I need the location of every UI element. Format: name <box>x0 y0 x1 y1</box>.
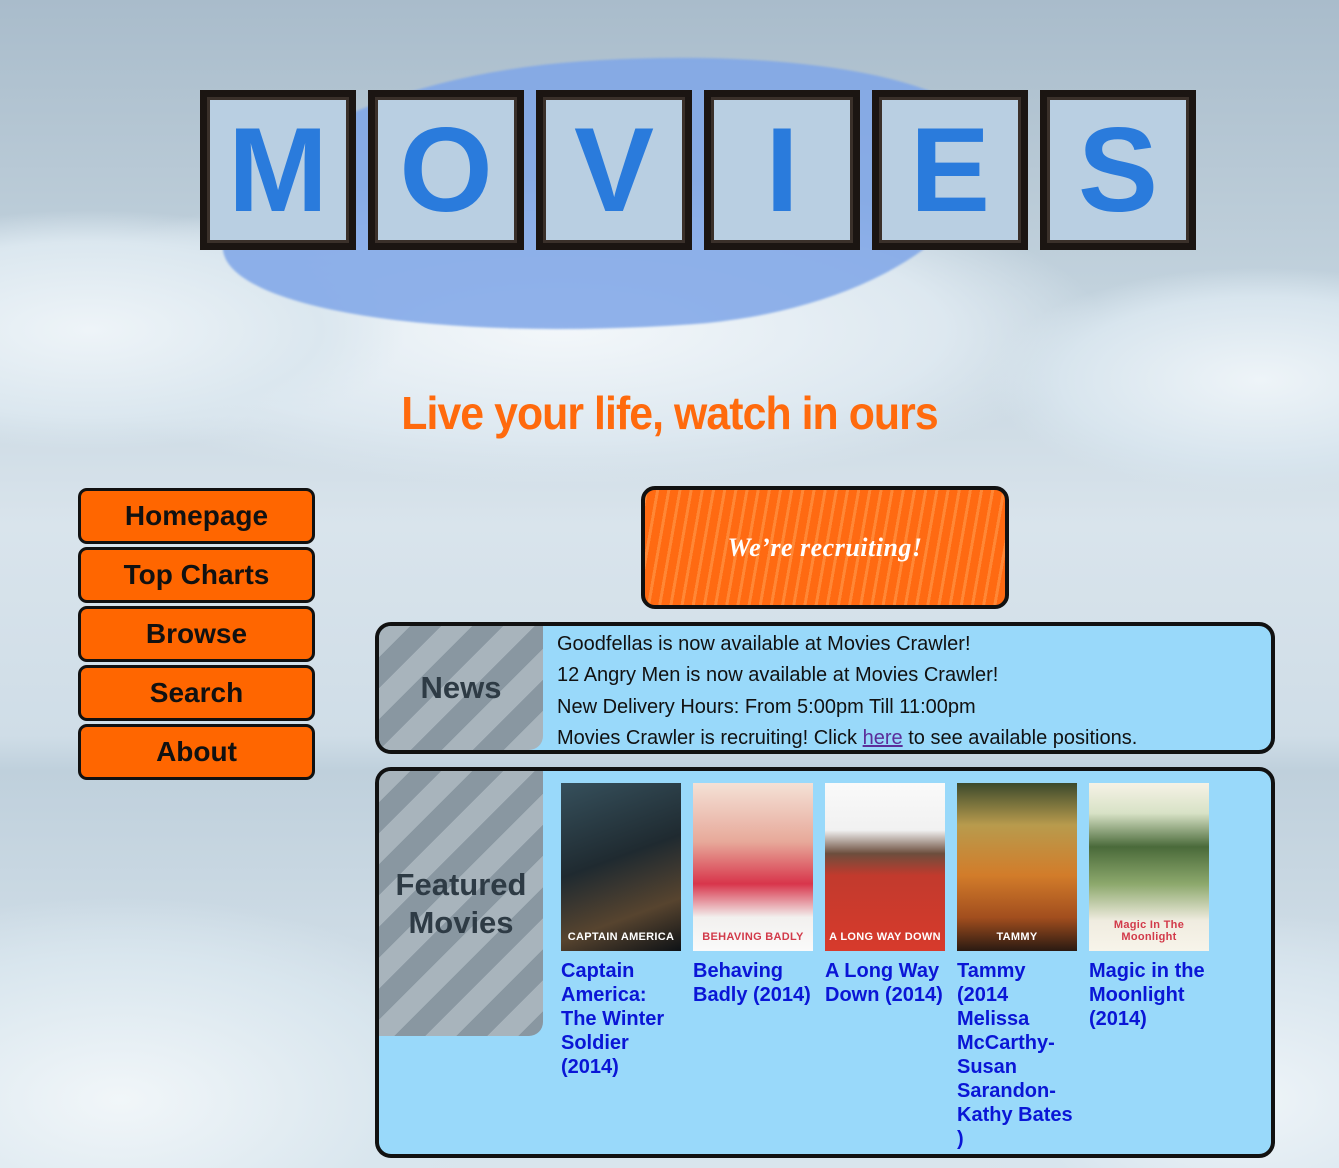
news-item: 12 Angry Men is now available at Movies … <box>557 664 999 687</box>
poster-caption: Magic In The Moonlight <box>1113 919 1185 943</box>
logo-letter-m: M <box>200 90 356 250</box>
site-logo: M O V I E S <box>200 33 1196 357</box>
poster-caption: CAPTAIN AMERICA <box>567 931 675 943</box>
featured-movies-heading: Featured Movies <box>379 771 543 1036</box>
featured-heading-line2: Movies <box>408 904 514 940</box>
featured-movies-list: CAPTAIN AMERICA Captain America: The Win… <box>561 783 1209 1151</box>
news-item-recruiting: Movies Crawler is recruiting! Click here… <box>557 723 1261 750</box>
nav-search-button[interactable]: Search <box>78 665 315 721</box>
movie-title-link[interactable]: Tammy (2014 Melissa McCarthy-Susan Saran… <box>957 959 1077 1151</box>
news-heading: News <box>379 626 543 750</box>
main-nav: Homepage Top Charts Browse Search About <box>78 488 315 783</box>
recruiting-banner-text: We’re recruiting! <box>727 532 923 562</box>
featured-heading-line1: Featured <box>395 866 527 902</box>
poster-caption: A LONG WAY DOWN <box>829 931 941 943</box>
movie-poster[interactable]: Magic In The Moonlight <box>1089 783 1209 951</box>
movie-card[interactable]: TAMMY Tammy (2014 Melissa McCarthy-Susan… <box>957 783 1077 1151</box>
poster-caption: BEHAVING BADLY <box>702 931 804 943</box>
movie-card[interactable]: Magic In The Moonlight Magic in the Moon… <box>1089 783 1209 1151</box>
movie-card[interactable]: BEHAVING BADLY Behaving Badly (2014) <box>693 783 813 1151</box>
recruiting-banner[interactable]: We’re recruiting! <box>641 486 1009 609</box>
movie-card[interactable]: A LONG WAY DOWN A Long Way Down (2014) <box>825 783 945 1151</box>
nav-browse-button[interactable]: Browse <box>78 606 315 662</box>
nav-about-button[interactable]: About <box>78 724 315 780</box>
logo-letter-v: V <box>536 90 692 250</box>
news-recruit-text-end: to see available positions. <box>902 726 1138 749</box>
nav-homepage-button[interactable]: Homepage <box>78 488 315 544</box>
movie-poster[interactable]: TAMMY <box>957 783 1077 951</box>
logo-letter-i: I <box>704 90 860 250</box>
recruiting-here-link[interactable]: here <box>863 727 903 749</box>
movie-title-link[interactable]: Captain America: The Winter Soldier (201… <box>561 959 681 1079</box>
movie-poster[interactable]: A LONG WAY DOWN <box>825 783 945 951</box>
tagline: Live your life, watch in ours <box>401 387 938 439</box>
movie-title-link[interactable]: Magic in the Moonlight (2014) <box>1089 959 1209 1031</box>
featured-movies-panel: Featured Movies CAPTAIN AMERICA Captain A… <box>375 767 1275 1158</box>
logo-letter-s: S <box>1040 90 1196 250</box>
movie-poster[interactable]: BEHAVING BADLY <box>693 783 813 951</box>
news-item: New Delivery Hours: From 5:00pm Till 11:… <box>557 695 976 718</box>
nav-top-charts-button[interactable]: Top Charts <box>78 547 315 603</box>
news-item: Goodfellas is now available at Movies Cr… <box>557 633 971 655</box>
movie-poster[interactable]: CAPTAIN AMERICA <box>561 783 681 951</box>
movie-card[interactable]: CAPTAIN AMERICA Captain America: The Win… <box>561 783 681 1151</box>
news-panel: News Goodfellas is now available at Movi… <box>375 622 1275 754</box>
news-list: Goodfellas is now available at Movies Cr… <box>557 629 1261 750</box>
logo-letter-e: E <box>872 90 1028 250</box>
movie-title-link[interactable]: A Long Way Down (2014) <box>825 959 945 1007</box>
news-recruit-text: Movies Crawler is recruiting! Click <box>557 726 863 749</box>
movie-title-link[interactable]: Behaving Badly (2014) <box>693 959 813 1007</box>
logo-letter-o: O <box>368 90 524 250</box>
poster-caption: TAMMY <box>996 931 1038 943</box>
